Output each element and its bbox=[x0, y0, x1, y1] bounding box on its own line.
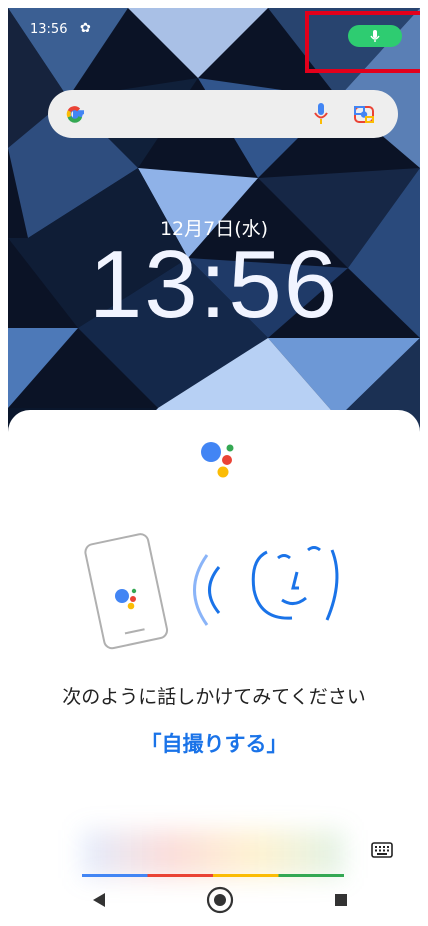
keyboard-icon[interactable] bbox=[371, 842, 393, 858]
lockscreen-clock: 13:56 bbox=[88, 231, 340, 338]
highlight-box bbox=[305, 11, 420, 73]
assistant-sheet: 次のように話しかけてみてください 「自撮りする」 bbox=[8, 410, 420, 920]
back-triangle-icon[interactable] bbox=[92, 892, 106, 908]
google-g-icon bbox=[66, 106, 84, 123]
mic-icon[interactable] bbox=[312, 102, 330, 126]
listening-bar bbox=[82, 874, 344, 877]
status-time: 13:56 bbox=[30, 22, 68, 37]
assistant-logo-icon bbox=[201, 442, 234, 478]
home-circle-icon[interactable] bbox=[206, 886, 234, 914]
google-search-bar[interactable] bbox=[48, 90, 398, 138]
suggestion-prompt: 次のように話しかけてみてください bbox=[62, 686, 366, 708]
suggestion-example[interactable]: 「自撮りする」 bbox=[8, 728, 420, 758]
voice-selfie-illustration bbox=[84, 533, 339, 650]
listening-glow bbox=[82, 830, 344, 878]
navigation-bar bbox=[8, 880, 420, 920]
lens-icon[interactable] bbox=[352, 102, 376, 126]
gear-icon: ✿ bbox=[80, 21, 91, 36]
recent-square-icon[interactable] bbox=[334, 893, 348, 907]
